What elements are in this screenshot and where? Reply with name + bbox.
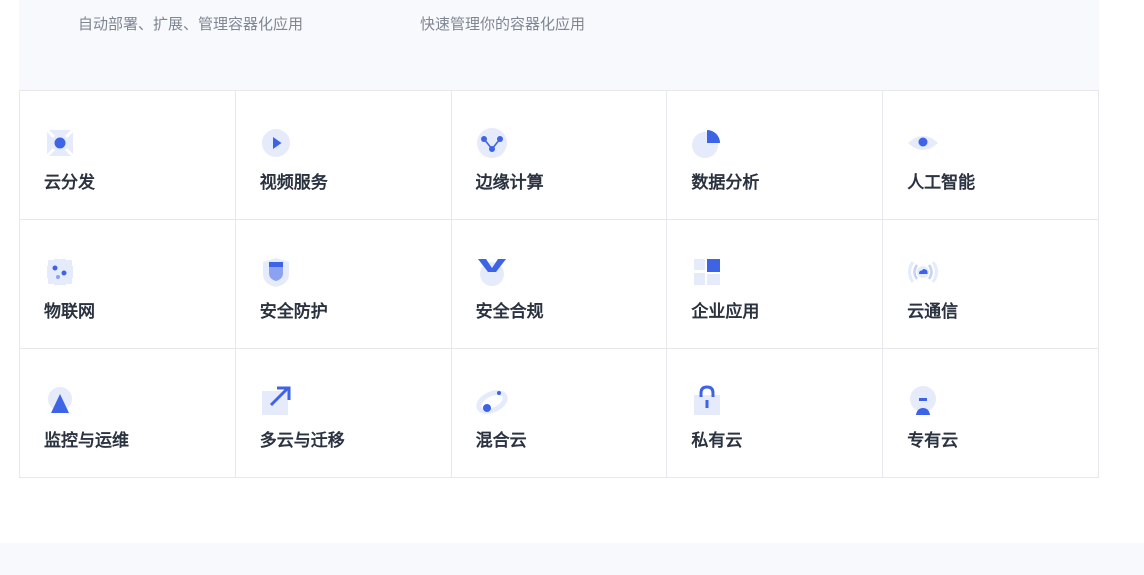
- monitor-triangle-icon: [44, 385, 76, 417]
- hybrid-orbit-icon: [475, 385, 508, 417]
- eye-icon: [907, 127, 939, 159]
- category-label: 人工智能: [907, 173, 976, 193]
- category-private-cloud[interactable]: 私有云: [667, 349, 884, 478]
- category-label: 安全合规: [475, 302, 544, 322]
- iot-icon: [44, 256, 76, 288]
- signal-cloud-icon: [907, 256, 939, 288]
- category-label: 企业应用: [691, 302, 760, 322]
- product-subtitle-right: 快速管理你的容器化应用: [420, 15, 586, 33]
- category-cdn[interactable]: 云分发: [20, 91, 236, 220]
- migrate-arrow-icon: [260, 385, 292, 417]
- category-enterprise-apps[interactable]: 企业应用: [667, 220, 884, 349]
- next-section-background: [0, 543, 1144, 575]
- category-security-protection[interactable]: 安全防护: [235, 220, 452, 349]
- category-label: 视频服务: [259, 173, 328, 193]
- category-iot[interactable]: 物联网: [20, 220, 236, 349]
- category-multicloud-migration[interactable]: 多云与迁移: [235, 349, 452, 478]
- category-hybrid-cloud[interactable]: 混合云: [451, 349, 668, 478]
- product-intro-panel: 自动部署、扩展、管理容器化应用 快速管理你的容器化应用: [19, 0, 1099, 90]
- category-label: 边缘计算: [475, 173, 544, 193]
- solution-category-grid: 云分发 视频服务 边缘计算 数据分析 人工智能 物联网 安全防护 安全合规 企业…: [19, 90, 1099, 478]
- cdn-icon: [44, 127, 76, 159]
- category-label: 云通信: [907, 302, 959, 322]
- category-label: 专有云: [907, 431, 959, 451]
- category-label: 多云与迁移: [259, 431, 345, 451]
- edge-nodes-icon: [476, 127, 508, 159]
- video-play-icon: [260, 127, 292, 159]
- category-label: 云分发: [44, 173, 95, 193]
- category-edge-computing[interactable]: 边缘计算: [451, 91, 668, 220]
- dedicated-cloud-icon: [907, 385, 939, 417]
- category-dedicated-cloud[interactable]: 专有云: [883, 349, 1099, 478]
- category-label: 私有云: [691, 431, 743, 451]
- grid-blocks-icon: [691, 256, 723, 288]
- category-data-analysis[interactable]: 数据分析: [667, 91, 884, 220]
- category-label: 安全防护: [259, 302, 328, 322]
- category-ai[interactable]: 人工智能: [883, 91, 1099, 220]
- category-label: 监控与运维: [44, 431, 129, 451]
- shield-icon: [260, 256, 292, 288]
- badge-icon: [476, 256, 508, 288]
- category-label: 物联网: [44, 302, 95, 322]
- category-monitoring-ops[interactable]: 监控与运维: [20, 349, 236, 478]
- category-label: 数据分析: [691, 173, 760, 193]
- product-subtitle-left: 自动部署、扩展、管理容器化应用: [78, 15, 304, 33]
- category-cloud-communication[interactable]: 云通信: [883, 220, 1099, 349]
- category-security-compliance[interactable]: 安全合规: [451, 220, 668, 349]
- category-label: 混合云: [475, 431, 527, 451]
- category-video[interactable]: 视频服务: [235, 91, 452, 220]
- pie-chart-icon: [691, 127, 723, 159]
- lock-icon: [691, 385, 723, 417]
